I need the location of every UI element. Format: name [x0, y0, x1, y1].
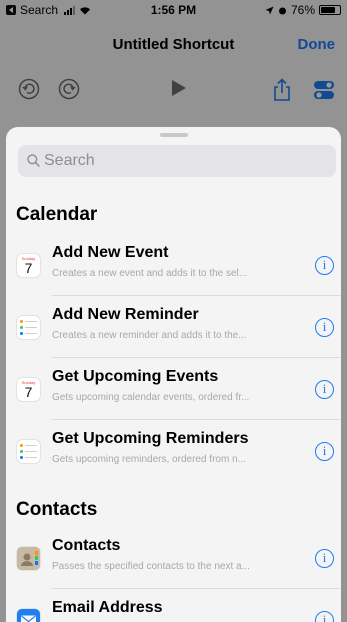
- action-title: Get Upcoming Events: [52, 368, 219, 385]
- action-row-add-new-reminder[interactable]: Add New Reminder Creates a new reminder …: [6, 296, 341, 358]
- action-title: Get Upcoming Reminders: [52, 430, 249, 447]
- action-description: Gets upcoming calendar events, ordered f…: [52, 392, 250, 403]
- info-button[interactable]: i: [315, 256, 334, 275]
- calendar-icon: Sunday 7: [17, 254, 40, 277]
- calendar-icon: Sunday 7: [17, 378, 40, 401]
- info-button[interactable]: i: [315, 318, 334, 337]
- action-title: Email Address: [52, 599, 163, 616]
- search-bar[interactable]: [18, 145, 336, 177]
- action-row-email-address[interactable]: Email Address i: [6, 589, 341, 622]
- sheet-grabber[interactable]: [160, 133, 188, 137]
- section-header-contacts: Contacts: [16, 499, 98, 520]
- action-description: Gets upcoming reminders, ordered from n.…: [52, 454, 246, 465]
- info-button[interactable]: i: [315, 442, 334, 461]
- action-title: Contacts: [52, 537, 121, 554]
- action-title: Add New Reminder: [52, 306, 199, 323]
- info-button[interactable]: i: [315, 380, 334, 399]
- action-row-add-new-event[interactable]: Sunday 7 Add New Event Creates a new eve…: [6, 234, 341, 296]
- action-row-get-upcoming-reminders[interactable]: Get Upcoming Reminders Gets upcoming rem…: [6, 420, 341, 482]
- section-header-calendar: Calendar: [16, 204, 98, 225]
- search-input[interactable]: [44, 145, 324, 177]
- action-row-contacts[interactable]: Contacts Passes the specified contacts t…: [6, 527, 341, 589]
- action-description: Passes the specified contacts to the nex…: [52, 561, 250, 572]
- mail-icon: [17, 609, 40, 622]
- contacts-icon: [17, 547, 40, 570]
- reminders-icon: [17, 440, 40, 463]
- action-description: Creates a new event and adds it to the s…: [52, 268, 248, 279]
- reminders-icon: [17, 316, 40, 339]
- action-description: Creates a new reminder and adds it to th…: [52, 330, 247, 341]
- search-icon: [27, 154, 40, 167]
- action-title: Add New Event: [52, 244, 169, 261]
- info-button[interactable]: i: [315, 611, 334, 622]
- action-row-get-upcoming-events[interactable]: Sunday 7 Get Upcoming Events Gets upcomi…: [6, 358, 341, 420]
- info-button[interactable]: i: [315, 549, 334, 568]
- actions-sheet: Calendar Sunday 7 Add New Event Creates …: [6, 127, 341, 622]
